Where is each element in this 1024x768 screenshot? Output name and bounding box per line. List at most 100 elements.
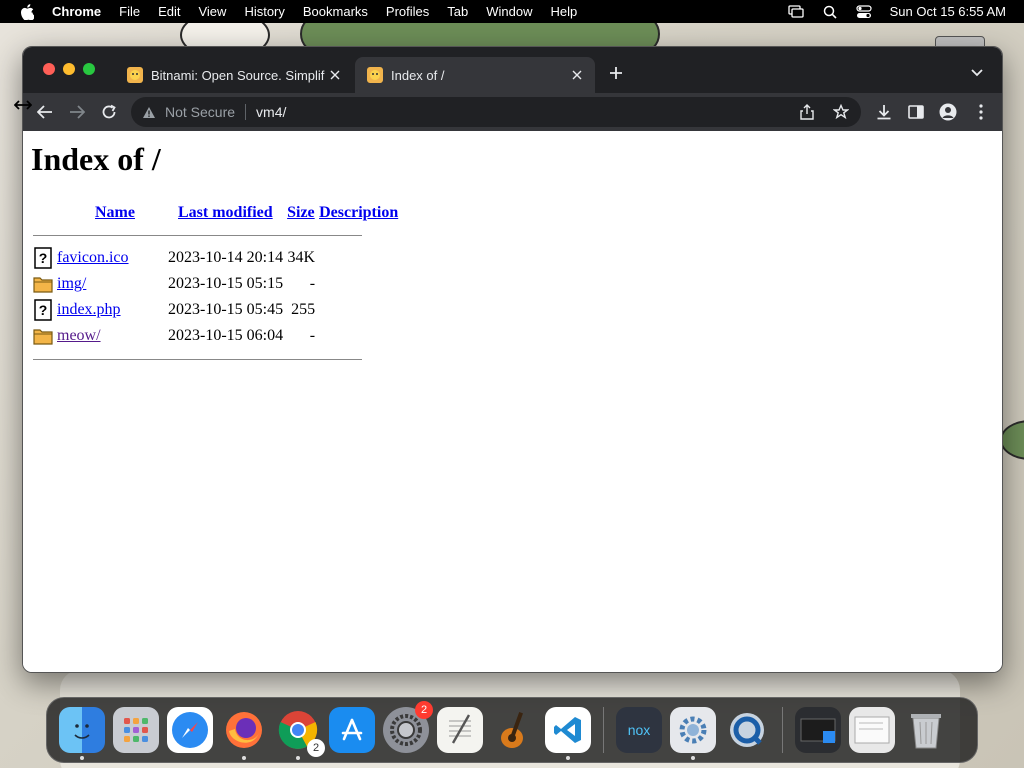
notification-badge: 2 [415, 701, 433, 719]
menu-help[interactable]: Help [551, 4, 578, 19]
garageband-icon[interactable] [491, 707, 537, 753]
page-title: Index of / [31, 141, 161, 177]
apple-menu-icon[interactable] [20, 3, 34, 20]
dock: 2 2 nox [46, 697, 978, 763]
profile-avatar-icon[interactable] [936, 100, 960, 124]
desktop-stack-icon[interactable] [795, 707, 841, 753]
modified-cell: 2023-10-15 05:45 [168, 301, 284, 318]
description-cell [317, 323, 400, 349]
modified-cell: 2023-10-15 05:15 [168, 275, 284, 292]
menu-profiles[interactable]: Profiles [386, 4, 429, 19]
omnibox-separator [245, 104, 247, 120]
chrome-window-count-badge: 2 [307, 739, 325, 757]
menu-bookmarks[interactable]: Bookmarks [303, 4, 368, 19]
tab-bitnami[interactable]: Bitnami: Open Source. Simplif [115, 57, 353, 93]
dock-separator [782, 707, 783, 753]
share-icon[interactable] [795, 100, 819, 124]
reload-icon[interactable] [97, 100, 121, 124]
file-link-index-php[interactable]: index.php [57, 301, 121, 318]
table-row: ? favicon.ico 2023-10-14 20:14 34K [31, 245, 400, 271]
side-panel-icon[interactable] [904, 100, 928, 124]
app-store-icon[interactable] [329, 707, 375, 753]
svg-text:?: ? [39, 250, 48, 266]
menu-app-name[interactable]: Chrome [52, 4, 101, 19]
folder-icon [33, 325, 53, 347]
menu-file[interactable]: File [119, 4, 140, 19]
menu-edit[interactable]: Edit [158, 4, 180, 19]
more-menu-icon[interactable] [969, 100, 993, 124]
menu-clock[interactable]: Sun Oct 15 6:55 AM [890, 4, 1006, 19]
folder-link-meow[interactable]: meow/ [57, 327, 101, 344]
table-row: img/ 2023-10-15 05:15 - [31, 271, 400, 297]
menu-bar: Chrome File Edit View History Bookmarks … [0, 0, 1024, 23]
running-indicator [691, 756, 695, 760]
svg-text:nox: nox [628, 722, 651, 738]
divider [31, 225, 400, 245]
last-modified-sort-link[interactable]: Last modified [178, 204, 273, 221]
screen-mirroring-icon[interactable] [787, 4, 804, 19]
tab-strip: Bitnami: Open Source. Simplif Index of / [23, 47, 1002, 93]
resize-cursor-icon [13, 98, 33, 116]
name-sort-link[interactable]: Name [95, 204, 135, 221]
documents-stack-icon[interactable] [849, 707, 895, 753]
safari-icon[interactable] [167, 707, 213, 753]
folder-link-img[interactable]: img/ [57, 275, 86, 292]
address-bar[interactable]: Not Secure vm4/ [131, 97, 861, 127]
security-label[interactable]: Not Secure [165, 104, 235, 120]
table-header-row: Name Last modified Size Description [31, 201, 400, 225]
menu-tab[interactable]: Tab [447, 4, 468, 19]
vscode-icon[interactable] [545, 707, 591, 760]
running-indicator [566, 756, 570, 760]
chrome-icon[interactable]: 2 [275, 707, 325, 760]
minimize-window-button[interactable] [63, 63, 75, 75]
running-indicator [242, 756, 246, 760]
zoom-window-button[interactable] [83, 63, 95, 75]
description-cell [317, 271, 400, 297]
forward-icon[interactable] [65, 100, 89, 124]
textedit-icon[interactable] [437, 707, 483, 753]
control-center-icon[interactable] [856, 4, 872, 19]
icon-column-header [31, 201, 55, 225]
menu-view[interactable]: View [198, 4, 226, 19]
url-text[interactable]: vm4/ [256, 104, 286, 120]
menu-history[interactable]: History [244, 4, 284, 19]
page-content: Index of / Name Last modified Size Descr… [23, 131, 1002, 672]
trash-icon[interactable] [903, 707, 949, 753]
quicktime-icon[interactable] [724, 707, 770, 753]
tab-index[interactable]: Index of / [355, 57, 595, 93]
tab-title: Index of / [391, 67, 445, 83]
back-icon[interactable] [33, 100, 57, 124]
system-settings-icon[interactable]: 2 [383, 701, 433, 753]
bookmark-star-icon[interactable] [829, 100, 853, 124]
file-link-favicon[interactable]: favicon.ico [57, 249, 129, 266]
table-row: ? index.php 2023-10-15 05:45 255 [31, 297, 400, 323]
chrome-window: Bitnami: Open Source. Simplif Index of / [22, 46, 1003, 673]
directory-listing: Name Last modified Size Description ? fa… [31, 201, 400, 369]
wallpaper-shape [1000, 420, 1024, 460]
tab-search-chevron-icon[interactable] [966, 62, 988, 84]
launchpad-icon[interactable] [113, 707, 159, 753]
nox-icon[interactable]: nox [616, 707, 662, 753]
finder-icon[interactable] [59, 707, 105, 760]
new-tab-icon[interactable] [605, 62, 627, 84]
browser-toolbar: Not Secure vm4/ [23, 93, 1002, 131]
divider [31, 349, 400, 369]
close-window-button[interactable] [43, 63, 55, 75]
menu-window[interactable]: Window [486, 4, 532, 19]
bitnami-favicon-icon [127, 67, 143, 83]
settings-gear-icon[interactable] [670, 707, 716, 760]
download-icon[interactable] [872, 100, 896, 124]
firefox-icon[interactable] [221, 707, 267, 760]
close-tab-icon[interactable] [567, 65, 587, 85]
spotlight-search-icon[interactable] [822, 5, 838, 19]
tab-title: Bitnami: Open Source. Simplif [151, 67, 325, 83]
description-cell [317, 297, 400, 323]
running-indicator [80, 756, 84, 760]
bitnami-favicon-icon [367, 67, 383, 83]
size-sort-link[interactable]: Size [287, 204, 315, 221]
description-sort-link[interactable]: Description [319, 204, 398, 221]
warning-triangle-icon[interactable] [141, 104, 157, 120]
modified-cell: 2023-10-15 06:04 [168, 327, 284, 344]
svg-text:?: ? [39, 302, 48, 318]
close-tab-icon[interactable] [325, 65, 345, 85]
